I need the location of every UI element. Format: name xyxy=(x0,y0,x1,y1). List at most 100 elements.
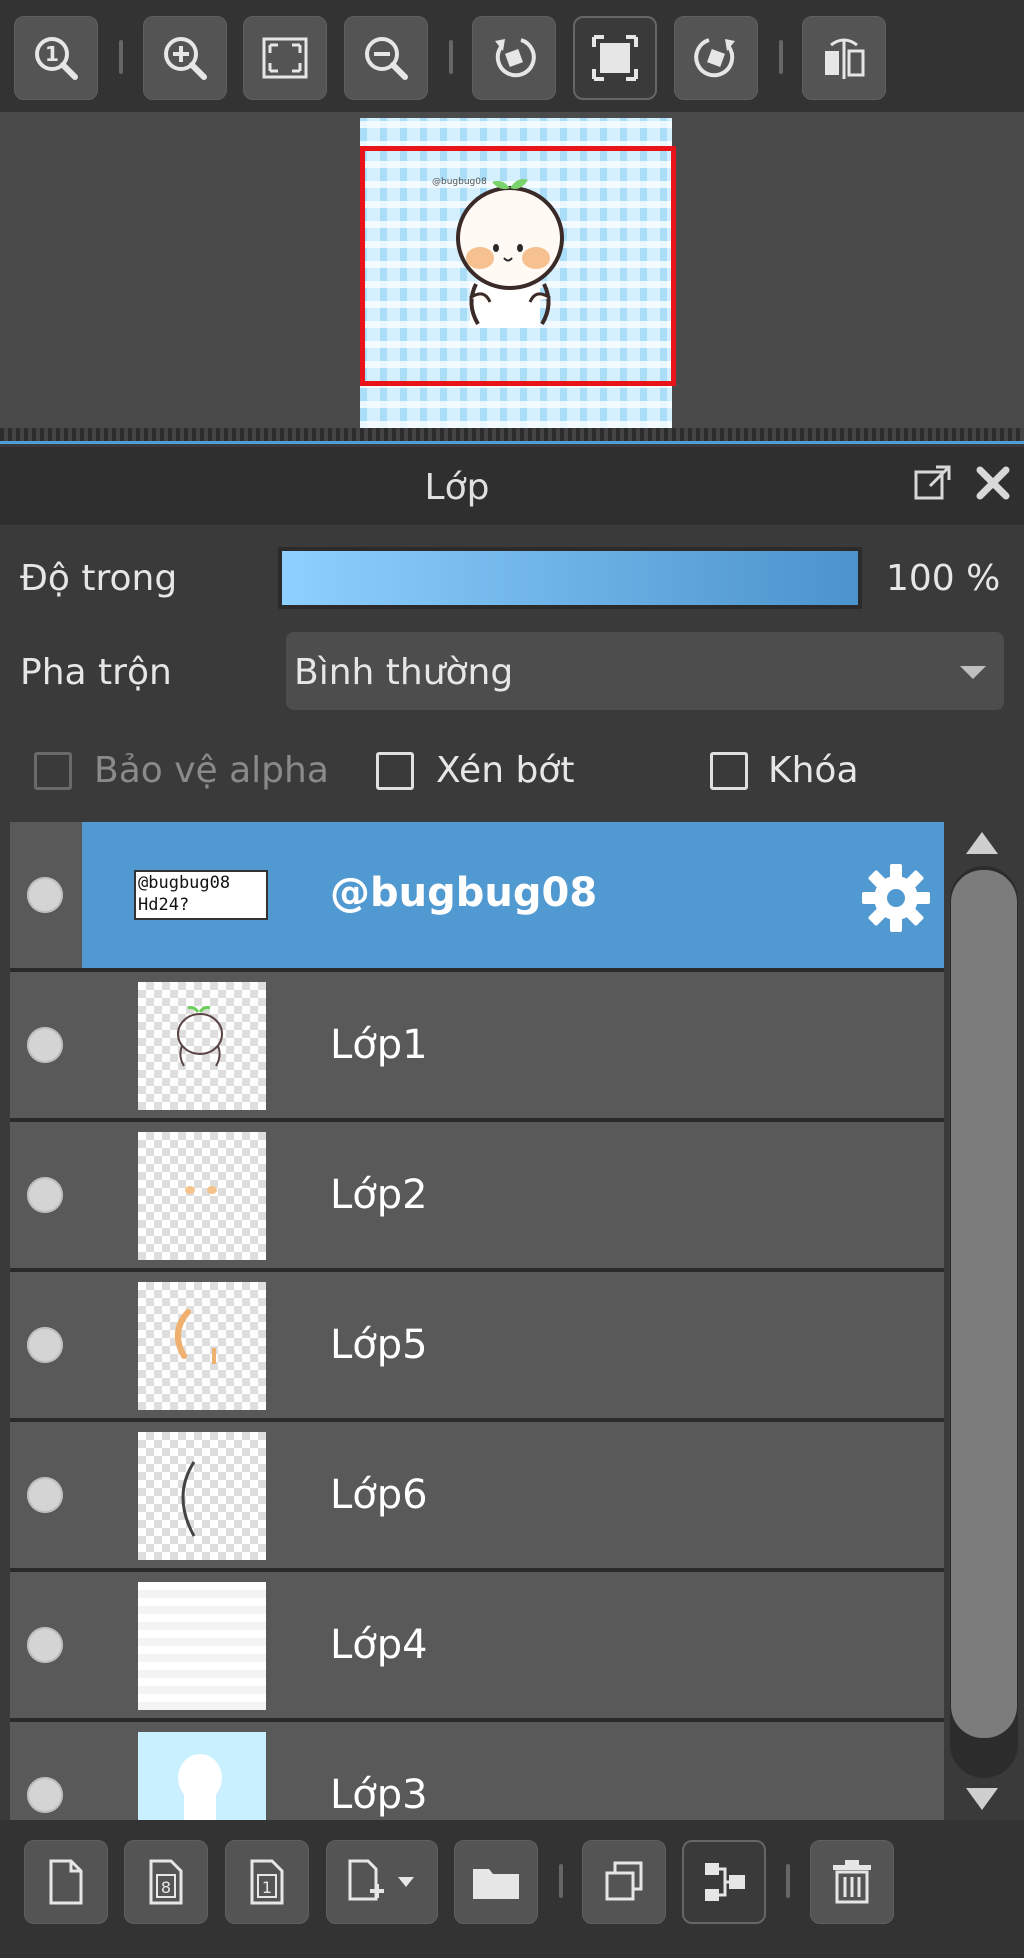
layer-list[interactable]: @bugbug08 Hd24? @bugbug08 Lớp1 Lớp2 Lớp5… xyxy=(10,822,944,1820)
visibility-toggle-icon[interactable] xyxy=(27,1627,63,1663)
layer-name: Lớp1 xyxy=(330,1022,428,1068)
zoom-in-button[interactable] xyxy=(143,16,227,100)
toolbar-separator xyxy=(119,40,123,74)
visibility-toggle-icon[interactable] xyxy=(27,1027,63,1063)
layer-row[interactable]: Lớp1 xyxy=(10,972,944,1122)
lock-label: Khóa xyxy=(768,750,859,791)
visibility-toggle-icon[interactable] xyxy=(27,1177,63,1213)
outline-thumbnail xyxy=(181,1461,196,1537)
blend-mode-label: Pha trộn xyxy=(20,652,172,693)
layer-row[interactable]: @bugbug08 Hd24? @bugbug08 xyxy=(10,822,944,972)
protect-alpha-checkbox[interactable] xyxy=(34,752,72,790)
lineart-thumbnail xyxy=(177,1006,223,1067)
protect-alpha-label: Bảo vệ alpha xyxy=(94,750,329,791)
scroll-thumb[interactable] xyxy=(951,870,1017,1738)
scroll-up-icon[interactable] xyxy=(966,832,998,854)
blend-mode-value: Bình thường xyxy=(294,652,514,693)
fit-screen-icon xyxy=(262,37,308,79)
toolbar-separator xyxy=(779,40,783,74)
layer-thumbnail: @bugbug08 Hd24? xyxy=(134,870,268,920)
flip-horizontal-button[interactable] xyxy=(802,16,886,100)
toolbar-separator xyxy=(449,40,453,74)
merge-down-button[interactable] xyxy=(682,1840,766,1924)
visibility-column xyxy=(10,1722,82,1820)
visibility-toggle-icon[interactable] xyxy=(27,1327,63,1363)
scroll-track[interactable] xyxy=(950,866,1018,1778)
delete-layer-button[interactable] xyxy=(810,1840,894,1924)
fit-screen-button[interactable] xyxy=(243,16,327,100)
opacity-slider-fill xyxy=(282,551,858,605)
layer-thumbnail xyxy=(138,1582,266,1710)
clipping-checkbox[interactable] xyxy=(376,752,414,790)
visibility-column xyxy=(10,1422,82,1568)
zoom-actual-button[interactable]: 1 xyxy=(14,16,98,100)
layer-thumbnail xyxy=(138,1282,266,1410)
layer-row[interactable]: Lớp3 xyxy=(10,1722,944,1820)
new-folder-icon xyxy=(473,1869,519,1899)
close-icon[interactable] xyxy=(972,462,1014,504)
layer-name: Lớp3 xyxy=(330,1772,428,1818)
view-toolbar: 1 xyxy=(0,0,1024,112)
new-1bit-layer-button[interactable]: 1 xyxy=(225,1840,309,1924)
visibility-toggle-icon[interactable] xyxy=(27,1777,63,1813)
visibility-toggle-icon[interactable] xyxy=(27,877,63,913)
new-8bit-layer-button[interactable]: 8 xyxy=(124,1840,208,1924)
delete-layer-icon xyxy=(833,1860,871,1904)
visibility-toggle-icon[interactable] xyxy=(27,1477,63,1513)
visibility-column xyxy=(10,972,82,1118)
layer-row[interactable]: Lớp6 xyxy=(10,1422,944,1572)
zoom-out-button[interactable] xyxy=(344,16,428,100)
zoom-in-icon xyxy=(164,37,207,80)
svg-text:1: 1 xyxy=(45,42,59,66)
layer-row[interactable]: Lớp4 xyxy=(10,1572,944,1722)
reset-view-icon xyxy=(592,35,638,81)
flip-horizontal-icon xyxy=(825,38,865,79)
duplicate-layer-icon xyxy=(605,1861,643,1901)
blush-thumbnail xyxy=(185,1186,217,1194)
navigator-panel[interactable]: @bugbug08 xyxy=(0,112,1024,428)
opacity-slider[interactable] xyxy=(278,547,862,609)
layer-list-scrollbar[interactable] xyxy=(944,822,1024,1820)
layer-name: Lớp4 xyxy=(330,1622,428,1668)
layer-panel-header: Lớp xyxy=(0,447,1024,525)
lock-checkbox[interactable] xyxy=(710,752,748,790)
merge-down-icon xyxy=(705,1863,745,1901)
scroll-down-icon[interactable] xyxy=(966,1788,998,1810)
layer-name: @bugbug08 xyxy=(330,870,598,916)
blend-mode-dropdown[interactable]: Bình thường xyxy=(286,632,1004,710)
toolbar-separator xyxy=(786,1864,790,1898)
opacity-value: 100 % xyxy=(886,558,1001,599)
layer-row[interactable]: Lớp2 xyxy=(10,1122,944,1272)
rotate-right-button[interactable] xyxy=(674,16,758,100)
new-folder-button[interactable] xyxy=(454,1840,538,1924)
new-layer-icon xyxy=(49,1859,83,1905)
new-layer-button[interactable] xyxy=(24,1840,108,1924)
svg-text:1: 1 xyxy=(262,1878,272,1897)
navigator-viewport-frame[interactable] xyxy=(360,146,676,386)
svg-text:8: 8 xyxy=(161,1878,171,1897)
new-1bit-layer-icon: 1 xyxy=(250,1859,284,1905)
gear-icon[interactable] xyxy=(860,862,932,934)
layer-name: Lớp2 xyxy=(330,1172,428,1218)
layer-row[interactable]: Lớp5 xyxy=(10,1272,944,1422)
layer-name: Lớp5 xyxy=(330,1322,428,1368)
visibility-column xyxy=(10,1572,82,1718)
rotate-left-button[interactable] xyxy=(472,16,556,100)
panel-title: Lớp xyxy=(424,467,490,508)
layer-thumbnail xyxy=(138,1432,266,1560)
layer-name: Lớp6 xyxy=(330,1472,428,1518)
visibility-column xyxy=(10,822,82,968)
opacity-label: Độ trong xyxy=(20,558,178,599)
zoom-actual-icon: 1 xyxy=(35,37,78,80)
duplicate-layer-button[interactable] xyxy=(582,1840,666,1924)
shading-thumbnail xyxy=(175,1309,216,1364)
new-8bit-layer-icon: 8 xyxy=(149,1859,183,1905)
rotate-left-icon xyxy=(495,38,536,78)
add-layer-menu-button[interactable] xyxy=(326,1840,438,1924)
panel-splitter[interactable] xyxy=(0,428,1024,444)
chevron-down-icon xyxy=(960,666,986,679)
layer-thumbnail xyxy=(138,982,266,1110)
popout-icon[interactable] xyxy=(912,462,954,504)
reset-view-button[interactable] xyxy=(573,16,657,100)
layer-thumbnail xyxy=(138,1132,266,1260)
